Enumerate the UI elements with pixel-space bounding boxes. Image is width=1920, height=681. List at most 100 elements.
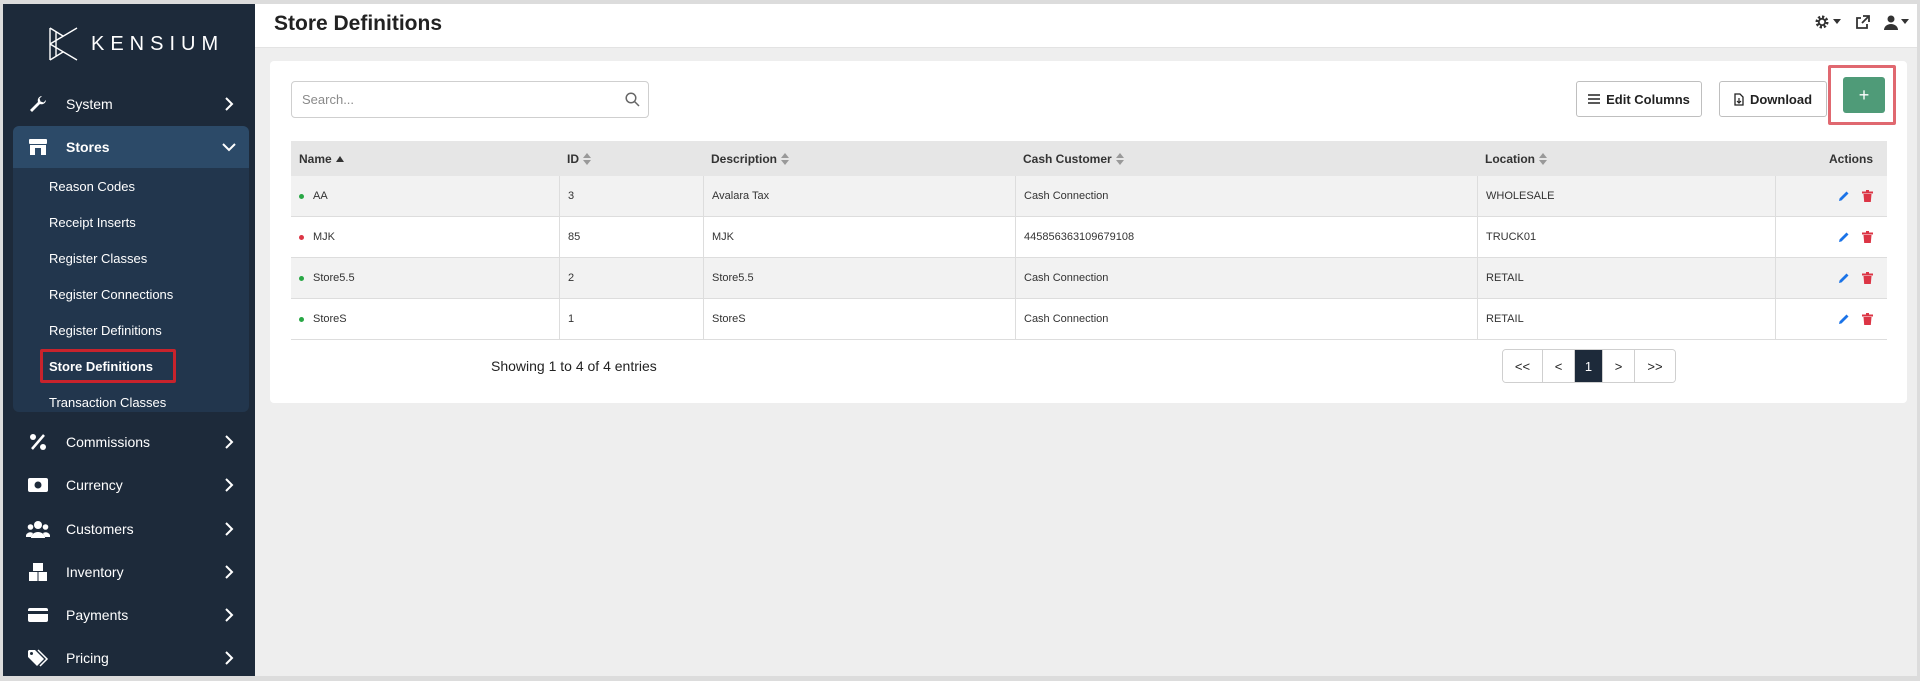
app-window: KENSIUM System Stores Reason Codes Recei… [3,4,1917,676]
sidebar-item-label: Payments [66,607,129,623]
submenu-item-transaction-classes[interactable]: Transaction Classes [49,393,166,413]
sidebar-item-commissions[interactable]: Commissions [13,421,249,463]
sidebar-item-customers[interactable]: Customers [13,508,249,550]
cell-cash-customer: 445856363109679108 [1015,217,1477,257]
add-button-highlight: + [1828,65,1896,125]
page-last-button[interactable]: >> [1635,350,1675,382]
cell-cash-customer: Cash Connection [1015,176,1477,216]
page-first-button[interactable]: << [1503,350,1543,382]
trash-icon[interactable] [1862,272,1873,284]
search-icon[interactable] [625,92,640,112]
credit-card-icon [25,607,51,623]
cell-id: 2 [559,258,703,298]
column-header-id[interactable]: ID [559,141,703,176]
column-header-location[interactable]: Location [1477,141,1775,176]
user-menu[interactable] [1884,15,1909,30]
sidebar-item-payments[interactable]: Payments [13,594,249,636]
chevron-right-icon [219,478,239,492]
sort-icon [1539,152,1547,165]
sidebar-item-label: Commissions [66,434,151,450]
cell-location: RETAIL [1477,299,1775,339]
page-1-button[interactable]: 1 [1575,350,1603,382]
pagination: << < 1 > >> [1502,349,1676,383]
header-actions [1814,14,1909,30]
chevron-right-icon [219,435,239,449]
cell-cash-customer: Cash Connection [1015,258,1477,298]
cell-actions [1775,176,1887,216]
column-header-name[interactable]: Name [291,141,559,176]
status-dot [299,316,304,322]
settings-menu[interactable] [1814,14,1841,30]
external-link-button[interactable] [1855,14,1870,30]
trash-icon[interactable] [1862,313,1873,325]
cell-actions [1775,217,1887,257]
entries-info: Showing 1 to 4 of 4 entries [491,358,657,374]
edit-pencil-icon[interactable] [1838,190,1850,202]
submenu-item-receipt-inserts[interactable]: Receipt Inserts [49,213,136,233]
table-row[interactable]: AA 3 Avalara Tax Cash Connection WHOLESA… [291,176,1887,217]
sort-icon [781,152,790,165]
edit-pencil-icon[interactable] [1838,272,1850,284]
submenu-item-register-definitions[interactable]: Register Definitions [49,321,162,341]
list-icon [1588,94,1601,104]
status-dot [299,275,304,281]
table-row[interactable]: MJK 85 MJK 445856363109679108 TRUCK01 [291,217,1887,258]
sidebar-item-label: Pricing [66,650,109,666]
sort-icon [583,152,591,165]
download-label: Download [1749,91,1813,107]
download-button[interactable]: Download [1719,81,1827,117]
cell-description: StoreS [703,299,1015,339]
status-dot [299,234,304,240]
cell-name: StoreS [291,299,559,339]
gear-icon [1815,15,1829,29]
cell-text: AA [313,190,328,202]
sidebar-item-pricing[interactable]: Pricing [13,637,249,676]
cell-actions [1775,258,1887,298]
brand-logo[interactable]: KENSIUM [47,24,224,64]
submenu-item-register-connections[interactable]: Register Connections [49,285,173,305]
kensium-logo-icon [49,27,78,61]
cell-location: RETAIL [1477,258,1775,298]
edit-columns-button[interactable]: Edit Columns [1576,81,1702,117]
chevron-right-icon [219,97,239,111]
sidebar-item-stores[interactable]: Stores [13,126,249,168]
edit-pencil-icon[interactable] [1838,313,1850,325]
sidebar-item-label: Customers [66,521,134,537]
column-label: Description [711,151,778,166]
chevron-right-icon [219,565,239,579]
cell-description: Avalara Tax [703,176,1015,216]
column-header-cash-customer[interactable]: Cash Customer [1015,141,1477,176]
column-header-description[interactable]: Description [703,141,1015,176]
column-label: Name [299,151,332,166]
table-row[interactable]: Store5.5 2 Store5.5 Cash Connection RETA… [291,258,1887,299]
brand-name: KENSIUM [91,32,225,55]
table-header: Name ID Description Cash Customer Locati… [291,141,1887,176]
sort-asc-icon [335,155,344,162]
submenu-item-reason-codes[interactable]: Reason Codes [49,177,135,197]
sidebar-item-inventory[interactable]: Inventory [13,551,249,593]
edit-pencil-icon[interactable] [1838,231,1850,243]
trash-icon[interactable] [1862,190,1873,202]
chevron-right-icon [219,522,239,536]
trash-icon[interactable] [1862,231,1873,243]
cell-actions [1775,299,1887,339]
page-next-button[interactable]: > [1603,350,1635,382]
money-icon [25,477,51,493]
sidebar-item-system[interactable]: System [13,83,249,125]
submenu-item-store-definitions[interactable]: Store Definitions [49,357,153,377]
external-link-icon [1856,14,1870,29]
search-input[interactable] [302,92,602,107]
table-row[interactable]: StoreS 1 StoreS Cash Connection RETAIL [291,299,1887,340]
page-prev-button[interactable]: < [1543,350,1575,382]
chevron-down-icon [219,142,239,152]
caret-down-icon [1901,19,1909,24]
sidebar-item-currency[interactable]: Currency [13,464,249,506]
tags-icon [25,649,51,667]
users-icon [25,520,51,538]
wrench-icon [25,94,51,114]
add-store-button[interactable]: + [1843,77,1885,113]
cell-name: AA [291,176,559,216]
status-dot [299,193,304,199]
submenu-item-register-classes[interactable]: Register Classes [49,249,147,269]
column-header-actions: Actions [1775,141,1887,176]
